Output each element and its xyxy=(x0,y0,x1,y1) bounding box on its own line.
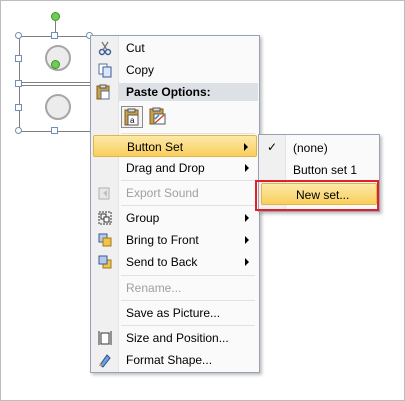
menu-item-label: Group xyxy=(126,211,160,225)
menu-item-format-shape[interactable]: Format Shape... xyxy=(93,349,257,371)
menu-item-send-to-back[interactable]: Send to Back xyxy=(93,251,257,273)
paste-options-header: Paste Options: xyxy=(96,83,258,101)
paste-picture-button[interactable] xyxy=(147,106,169,128)
menu-item-rename: Rename... xyxy=(93,277,257,299)
menu-separator xyxy=(121,300,255,301)
paste-keep-text-button[interactable]: a xyxy=(121,106,143,128)
menu-item-label: Cut xyxy=(126,41,145,55)
paste-picture-icon xyxy=(149,107,166,125)
copy-icon xyxy=(98,63,112,78)
scissors-icon xyxy=(98,41,112,56)
menu-item-label: Bring to Front xyxy=(126,233,199,247)
menu-item-label: Send to Back xyxy=(126,255,198,269)
submenu-arrow-icon xyxy=(244,143,248,151)
submenu-arrow-icon xyxy=(245,258,249,266)
menu-item-label: Export Sound xyxy=(126,186,199,200)
menu-item-label: Button Set xyxy=(127,140,184,154)
menu-separator xyxy=(121,180,255,181)
menu-item-button-set[interactable]: Button Set xyxy=(93,135,257,157)
menu-separator xyxy=(121,205,255,206)
submenu-item-none[interactable]: ✓ (none) xyxy=(261,137,377,159)
group-icon xyxy=(98,211,112,225)
format-shape-icon xyxy=(99,354,111,368)
export-sound-icon xyxy=(98,187,110,200)
menu-separator xyxy=(121,275,255,276)
annotation-highlight-box xyxy=(255,180,379,211)
submenu-item-label: Button set 1 xyxy=(293,163,358,177)
menu-item-drag-and-drop[interactable]: Drag and Drop xyxy=(93,157,257,179)
menu-item-label: Save as Picture... xyxy=(126,306,221,320)
size-position-icon xyxy=(98,331,112,345)
checkmark-icon: ✓ xyxy=(267,140,278,154)
clipboard-icon xyxy=(96,84,110,100)
menu-item-bring-to-front[interactable]: Bring to Front xyxy=(93,229,257,251)
submenu-item-label: (none) xyxy=(293,141,328,155)
submenu-item-button-set-1[interactable]: Button set 1 xyxy=(261,159,377,181)
menu-item-cut[interactable]: Cut xyxy=(93,37,257,59)
menu-item-label: Size and Position... xyxy=(126,331,229,345)
submenu-arrow-icon xyxy=(245,236,249,244)
menu-item-save-as-picture[interactable]: Save as Picture... xyxy=(93,302,257,324)
paste-text-icon: a xyxy=(124,108,139,126)
menu-item-label: Drag and Drop xyxy=(126,161,205,175)
menu-item-label: Format Shape... xyxy=(126,353,213,367)
menu-item-label: Rename... xyxy=(126,281,182,295)
send-to-back-icon xyxy=(98,255,112,269)
submenu-arrow-icon xyxy=(245,214,249,222)
menu-item-export-sound: Export Sound xyxy=(93,182,257,204)
menu-separator xyxy=(121,133,255,134)
menu-item-copy[interactable]: Copy xyxy=(93,59,257,81)
menu-separator xyxy=(121,325,255,326)
menu-item-group[interactable]: Group xyxy=(93,207,257,229)
menu-item-size-and-position[interactable]: Size and Position... xyxy=(93,327,257,349)
svg-text:a: a xyxy=(130,116,135,125)
menu-item-label: Copy xyxy=(126,63,155,77)
bring-to-front-icon xyxy=(98,233,112,247)
submenu-arrow-icon xyxy=(245,164,249,172)
context-menu: Cut Copy Paste Options: a Button Set Dra… xyxy=(90,35,260,373)
